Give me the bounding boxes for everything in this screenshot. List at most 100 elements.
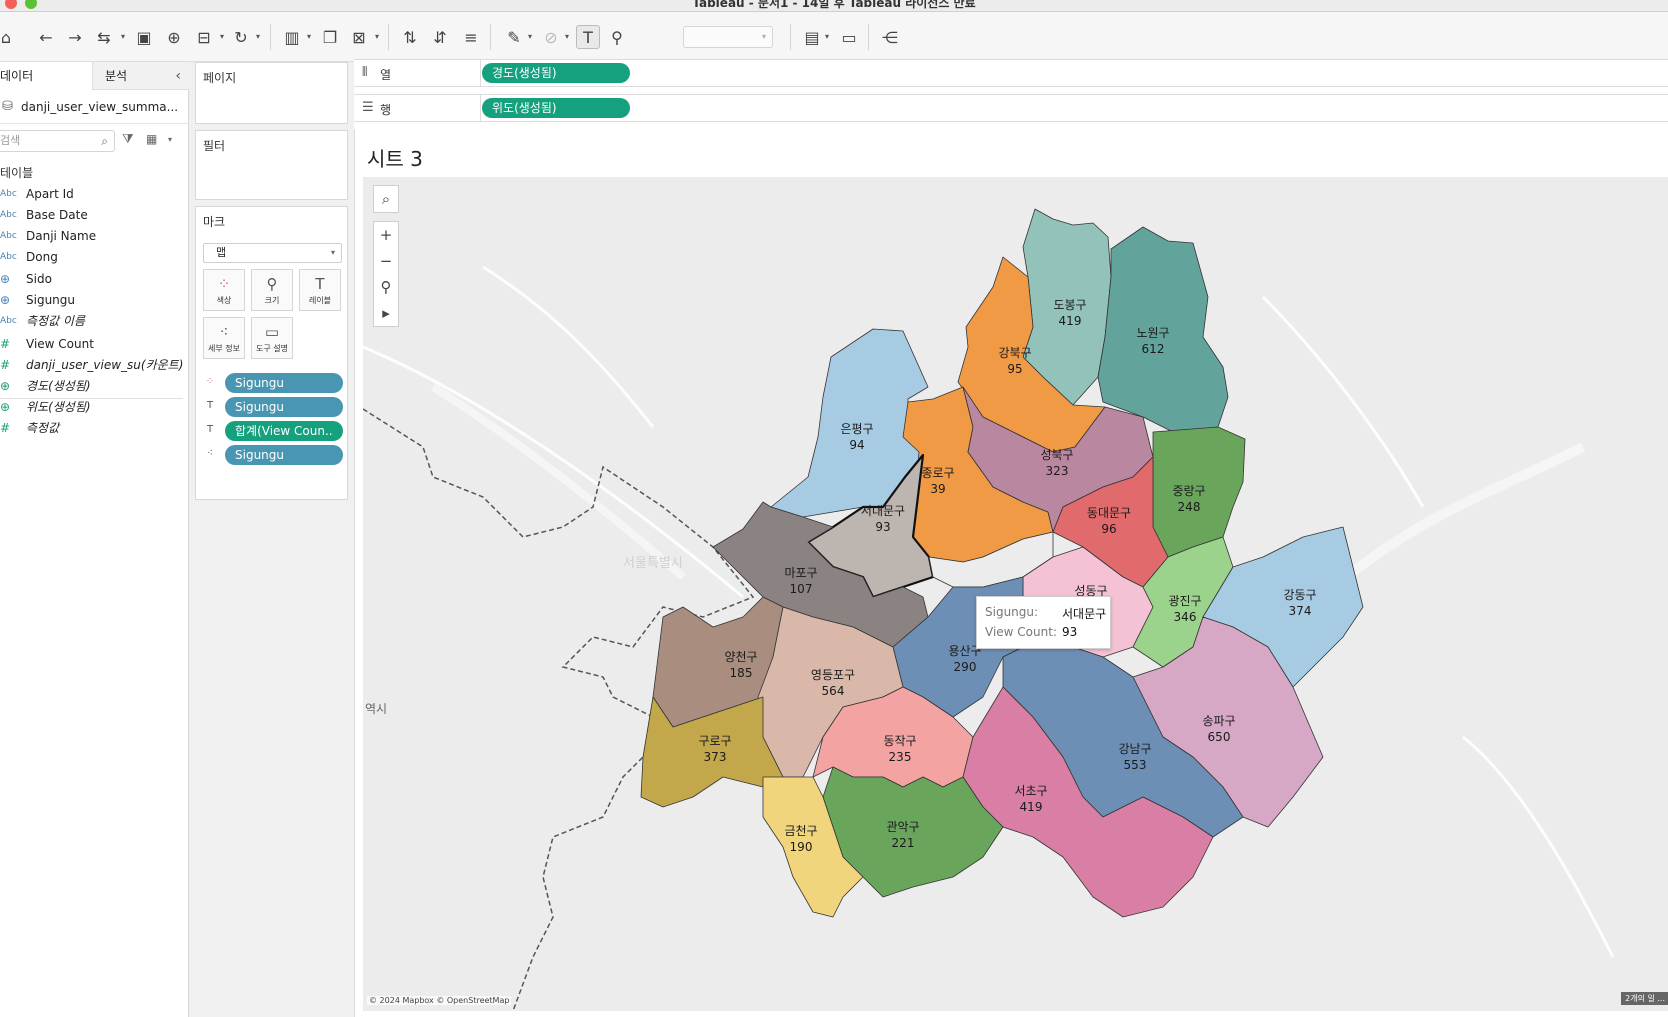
dimension-pill[interactable]: Sigungu <box>225 397 343 417</box>
tab-data[interactable]: 데이터 <box>0 62 92 90</box>
edge-label: 역시 <box>365 702 387 716</box>
presentation-icon[interactable]: ▭ <box>837 25 861 49</box>
new-sheet-icon[interactable]: ▥ <box>280 25 304 49</box>
zoom-in-icon[interactable]: + <box>374 222 398 248</box>
field-label: Dong <box>26 250 58 264</box>
map-svg[interactable]: 서울특별시 역시 도봉구419노원구612강북구95은평구94종로구39성북구3… <box>363 177 1668 1011</box>
show-me-icon[interactable]: ▤ <box>800 25 824 49</box>
marks-pill-row[interactable]: ⁘ Sigungu <box>203 373 343 393</box>
district-name-label: 강동구 <box>1283 588 1316 602</box>
filters-card[interactable]: 필터 <box>195 130 348 200</box>
field-item[interactable]: Abc Apart Id <box>0 184 189 205</box>
field-item[interactable]: ⊕ 위도(생성됨) <box>0 397 189 418</box>
field-label: 경도(생성됨) <box>26 379 91 393</box>
district-value-label: 185 <box>730 666 753 680</box>
label-button[interactable]: T 레이블 <box>299 269 341 311</box>
clear-icon[interactable]: ⊠ <box>347 25 371 49</box>
field-item[interactable]: # View Count <box>0 334 189 355</box>
sort-descending-icon[interactable]: ≡ <box>459 25 483 49</box>
show-me-dropdown-icon[interactable]: ▾ <box>825 32 829 41</box>
share-icon[interactable]: ⋲ <box>878 25 902 49</box>
latitude-pill[interactable]: 위도(생성됨) <box>482 98 630 118</box>
field-label: Danji Name <box>26 229 97 243</box>
field-item[interactable]: ⊕ Sigungu <box>0 290 189 311</box>
pause-icon[interactable]: ⊟ <box>192 25 216 49</box>
field-item[interactable]: ⊕ Sido <box>0 269 189 290</box>
marks-type-select[interactable]: 맵 ▾ <box>203 243 342 263</box>
replay-icon[interactable]: ⇆ <box>92 25 116 49</box>
globe-icon: ⊕ <box>0 293 11 307</box>
columns-shelf[interactable]: ⫴ 열 경도(생성됨) <box>354 59 1668 87</box>
group-dropdown-icon[interactable]: ▾ <box>565 32 569 41</box>
map-attribution[interactable]: © 2024 Mapbox © OpenStreetMap <box>367 996 512 1005</box>
marks-pill-row[interactable]: T Sigungu <box>203 397 343 417</box>
field-item[interactable]: Abc 측정값 이름 <box>0 311 189 332</box>
dimension-pill[interactable]: Sigungu <box>225 373 343 393</box>
field-item[interactable]: # danji_user_view_su(카운트) <box>0 355 189 376</box>
district-value-label: 346 <box>1174 610 1197 624</box>
highlight-dropdown-icon[interactable]: ▾ <box>528 32 532 41</box>
save-icon[interactable]: ▣ <box>132 25 156 49</box>
detail-button[interactable]: ⁖ 세부 정보 <box>203 317 245 359</box>
marks-pill-row[interactable]: ⁖ Sigungu <box>203 445 343 465</box>
clear-dropdown-icon[interactable]: ▾ <box>375 32 379 41</box>
group-icon[interactable]: ⊘ <box>539 25 563 49</box>
refresh-icon[interactable]: ↻ <box>229 25 253 49</box>
detail-icon: ⁖ <box>219 323 229 341</box>
dimension-pill[interactable]: Sigungu <box>225 445 343 465</box>
replay-dropdown-icon[interactable]: ▾ <box>121 32 125 41</box>
color-button[interactable]: ⁘ 색상 <box>203 269 245 311</box>
redo-icon[interactable]: → <box>63 25 87 49</box>
refresh-dropdown-icon[interactable]: ▾ <box>256 32 260 41</box>
field-item[interactable]: Abc Danji Name <box>0 226 189 247</box>
new-sheet-dropdown-icon[interactable]: ▾ <box>307 32 311 41</box>
map-view[interactable]: 서울특별시 역시 도봉구 419 노원구 612 강북구 95 은평구 94 종… <box>363 177 1668 1011</box>
pages-card[interactable]: 페이지 <box>195 62 348 124</box>
show-labels-icon[interactable]: T <box>576 25 600 49</box>
fit-select[interactable]: ▾ <box>683 26 773 48</box>
rows-shelf[interactable]: ☰ 행 위도(생성됨) <box>354 94 1668 122</box>
tab-analysis[interactable]: 분석 ‹ <box>92 62 189 90</box>
collapse-icon[interactable]: ‹ <box>175 62 181 90</box>
swap-icon[interactable]: ⇅ <box>398 25 422 49</box>
globe-icon: ⊕ <box>0 379 11 393</box>
tooltip-key: View Count: <box>985 625 1057 639</box>
search-input[interactable]: 검색 ⌕ <box>0 130 115 152</box>
chevron-down-icon[interactable]: ▾ <box>168 135 172 144</box>
pin-map-icon[interactable]: ⚲ <box>374 274 398 300</box>
district-value-label: 564 <box>822 684 845 698</box>
district-value-label: 221 <box>892 836 915 850</box>
district-name-label: 관악구 <box>886 820 919 834</box>
field-item[interactable]: # 측정값 <box>0 418 189 439</box>
duplicate-icon[interactable]: ❐ <box>318 25 342 49</box>
search-icon[interactable]: ⌕ <box>374 186 398 212</box>
districts-layer <box>640 208 1364 918</box>
label-label: 레이블 <box>308 296 332 305</box>
field-item[interactable]: Abc Base Date <box>0 205 189 226</box>
measure-pill[interactable]: 합계(View Coun.. <box>225 421 343 441</box>
string-type-icon: Abc <box>0 189 17 199</box>
home-icon[interactable]: ⌂ <box>0 25 18 49</box>
field-label: Sido <box>26 272 52 286</box>
status-badge: 2개의 일 ... <box>1621 992 1668 1005</box>
marks-pill-row[interactable]: T 합계(View Coun.. <box>203 421 343 441</box>
map-search-control[interactable]: ⌕ <box>373 185 399 213</box>
field-label: Sigungu <box>26 293 76 307</box>
new-datasource-icon[interactable]: ⊕ <box>162 25 186 49</box>
sort-ascending-icon[interactable]: ⇵ <box>428 25 452 49</box>
pin-icon[interactable]: ⚲ <box>605 25 629 49</box>
pause-dropdown-icon[interactable]: ▾ <box>220 32 224 41</box>
size-button[interactable]: ⚲ 크기 <box>251 269 293 311</box>
datasource-row[interactable]: ⛁ danji_user_view_summa... <box>0 90 189 124</box>
field-item[interactable]: Abc Dong <box>0 247 189 268</box>
zoom-out-icon[interactable]: − <box>374 248 398 274</box>
tooltip-button[interactable]: ▭ 도구 설명 <box>251 317 293 359</box>
field-item[interactable]: ⊕ 경도(생성됨) <box>0 376 189 397</box>
view-list-icon[interactable]: ▦ <box>146 132 157 146</box>
expand-toolbar-icon[interactable]: ▸ <box>374 300 398 326</box>
filter-icon[interactable]: ⧩ <box>122 132 134 147</box>
undo-icon[interactable]: ← <box>34 25 58 49</box>
highlight-icon[interactable]: ✎ <box>502 25 526 49</box>
longitude-pill[interactable]: 경도(생성됨) <box>482 63 630 83</box>
color-label: 색상 <box>216 296 232 305</box>
